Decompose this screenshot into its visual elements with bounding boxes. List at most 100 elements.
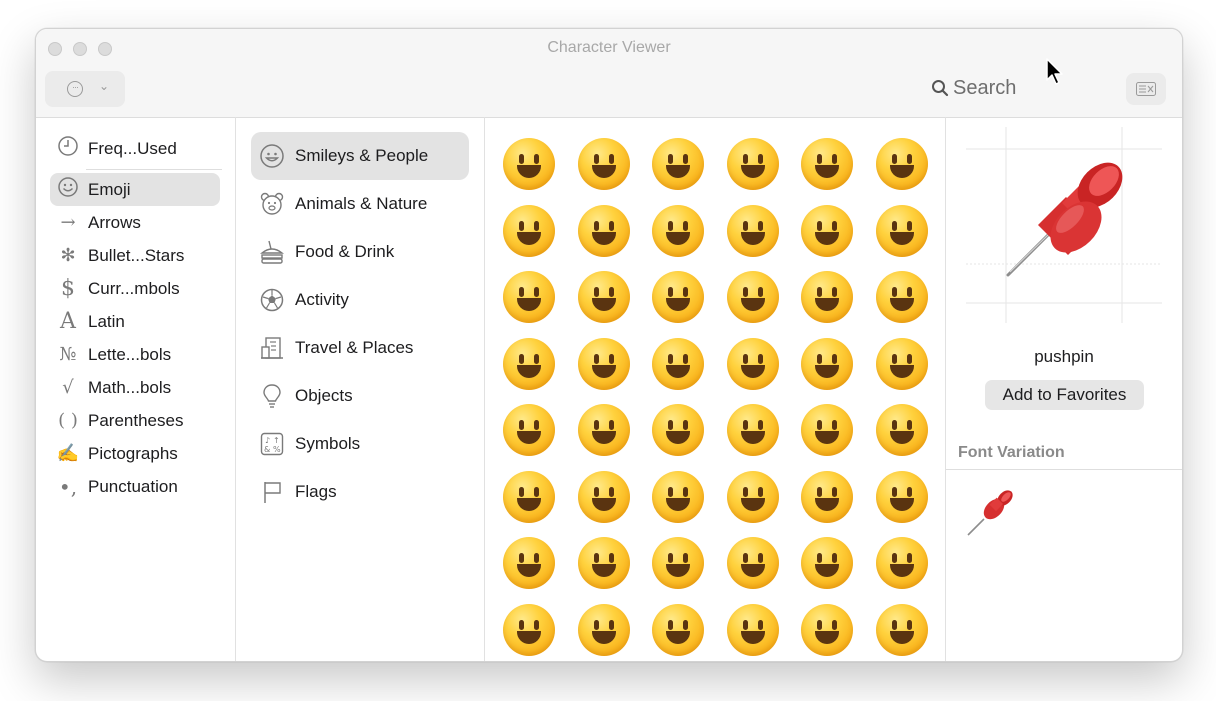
category-parentheses[interactable]: ( ) Parentheses	[50, 404, 220, 437]
subcategory-label: Travel & Places	[295, 338, 414, 357]
emoji-cell[interactable]	[875, 204, 928, 257]
emoji-cell[interactable]	[726, 537, 779, 589]
emoji-eye	[534, 486, 539, 497]
subcategory-objects[interactable]: Objects	[251, 372, 469, 420]
subcategory-activity[interactable]: Activity	[251, 276, 469, 324]
emoji-cell[interactable]	[875, 537, 928, 589]
emoji-mouth	[666, 497, 690, 511]
emoji-cell[interactable]	[652, 404, 704, 456]
category-punctuation[interactable]: •, Punctuation	[50, 470, 220, 503]
emoji-eye	[683, 287, 688, 297]
emoji-cell[interactable]	[875, 603, 928, 656]
emoji-eye	[608, 220, 614, 231]
dollar-icon: $	[61, 276, 75, 301]
emoji-cell[interactable]	[875, 470, 928, 523]
emoji-cell[interactable]	[801, 537, 853, 589]
emoji-cell[interactable]	[577, 271, 630, 323]
emoji-eye	[817, 486, 822, 497]
emoji-cell[interactable]	[726, 204, 779, 257]
emoji-cell[interactable]	[503, 470, 555, 523]
emoji-eye	[742, 154, 748, 164]
emoji-cell[interactable]	[577, 138, 630, 190]
emoji-cell[interactable]	[652, 138, 704, 190]
titlebar: Character Viewer ··· ⌄ Search	[36, 29, 1182, 118]
emoji-cell[interactable]	[875, 337, 928, 390]
emoji-cell[interactable]	[652, 603, 704, 656]
emoji-eye	[757, 619, 763, 630]
emoji-cell[interactable]	[875, 404, 928, 456]
subcategory-flags[interactable]: Flags	[251, 468, 469, 516]
add-to-favorites-button[interactable]: Add to Favorites	[985, 380, 1144, 410]
emoji-cell[interactable]	[577, 470, 630, 523]
search-field[interactable]: Search	[931, 75, 1016, 101]
emoji-cell[interactable]	[801, 337, 853, 390]
emoji-mouth	[740, 564, 765, 577]
emoji-cell[interactable]	[875, 138, 928, 190]
emoji-cell[interactable]	[726, 337, 779, 390]
emoji-mouth	[666, 364, 690, 378]
emoji-cell[interactable]	[726, 470, 779, 523]
parentheses-icon: ( )	[58, 410, 78, 431]
font-variation-item[interactable]	[964, 485, 1018, 544]
emoji-eye	[519, 287, 524, 297]
emoji-cell[interactable]	[652, 470, 704, 523]
emoji-cell[interactable]	[503, 271, 555, 323]
category-pictographs[interactable]: ✍ Pictographs	[50, 437, 220, 470]
emoji-cell[interactable]	[577, 404, 630, 456]
emoji-cell[interactable]	[726, 603, 779, 656]
emoji-cell[interactable]	[801, 138, 853, 190]
category-bullets-stars[interactable]: ✻ Bullet...Stars	[50, 239, 220, 272]
emoji-eye	[534, 420, 539, 430]
svg-text:&: &	[264, 445, 270, 454]
clock-icon	[52, 135, 84, 162]
emoji-eye	[742, 220, 748, 231]
emoji-cell[interactable]	[726, 271, 779, 323]
pushpin-preview-icon	[966, 127, 1162, 323]
emoji-cell[interactable]	[577, 204, 630, 257]
category-emoji[interactable]: Emoji	[50, 173, 220, 206]
emoji-eye	[906, 220, 912, 231]
subcategory-list: Smileys & People Animals & Nature Food &…	[236, 117, 485, 661]
emoji-cell[interactable]	[503, 603, 555, 656]
emoji-cell[interactable]	[503, 537, 555, 589]
category-currency-symbols[interactable]: $ Curr...mbols	[50, 272, 220, 305]
emoji-mouth	[666, 431, 690, 444]
emoji-cell[interactable]	[652, 337, 704, 390]
category-arrows[interactable]: → Arrows	[50, 206, 220, 239]
action-menu-button[interactable]: ··· ⌄	[45, 71, 125, 107]
emoji-cell[interactable]	[652, 537, 704, 589]
emoji-cell[interactable]	[503, 337, 555, 390]
emoji-cell[interactable]	[503, 404, 555, 456]
emoji-mouth	[517, 431, 541, 444]
chevron-down-icon: ⌄	[99, 79, 110, 93]
keyboard-viewer-button[interactable]	[1126, 73, 1166, 105]
emoji-cell[interactable]	[577, 537, 630, 589]
emoji-cell[interactable]	[801, 470, 853, 523]
emoji-eye	[817, 553, 822, 563]
emoji-mouth	[591, 165, 616, 178]
emoji-cell[interactable]	[503, 138, 555, 190]
category-latin[interactable]: A Latin	[50, 305, 220, 338]
emoji-cell[interactable]	[801, 404, 853, 456]
category-label: Lette...bols	[88, 344, 172, 364]
category-frequently-used[interactable]: Freq...Used	[50, 132, 220, 165]
category-math-symbols[interactable]: √ Math...bols	[50, 371, 220, 404]
emoji-cell[interactable]	[801, 204, 853, 257]
emoji-cell[interactable]	[503, 204, 555, 257]
emoji-cell[interactable]	[726, 138, 779, 190]
emoji-cell[interactable]	[801, 603, 853, 656]
emoji-cell[interactable]	[577, 337, 630, 390]
emoji-cell[interactable]	[801, 271, 853, 323]
emoji-cell[interactable]	[726, 404, 779, 456]
emoji-cell[interactable]	[652, 271, 704, 323]
subcategory-travel-places[interactable]: Travel & Places	[251, 324, 469, 372]
emoji-eye	[906, 553, 912, 563]
emoji-cell[interactable]	[875, 271, 928, 323]
category-letterlike-symbols[interactable]: № Lette...bols	[50, 338, 220, 371]
subcategory-symbols[interactable]: ♪ ↑ &% Symbols	[251, 420, 469, 468]
subcategory-food-drink[interactable]: Food & Drink	[251, 228, 469, 276]
subcategory-smileys-people[interactable]: Smileys & People	[251, 132, 469, 180]
emoji-cell[interactable]	[652, 204, 704, 257]
emoji-cell[interactable]	[577, 603, 630, 656]
subcategory-animals-nature[interactable]: Animals & Nature	[251, 180, 469, 228]
